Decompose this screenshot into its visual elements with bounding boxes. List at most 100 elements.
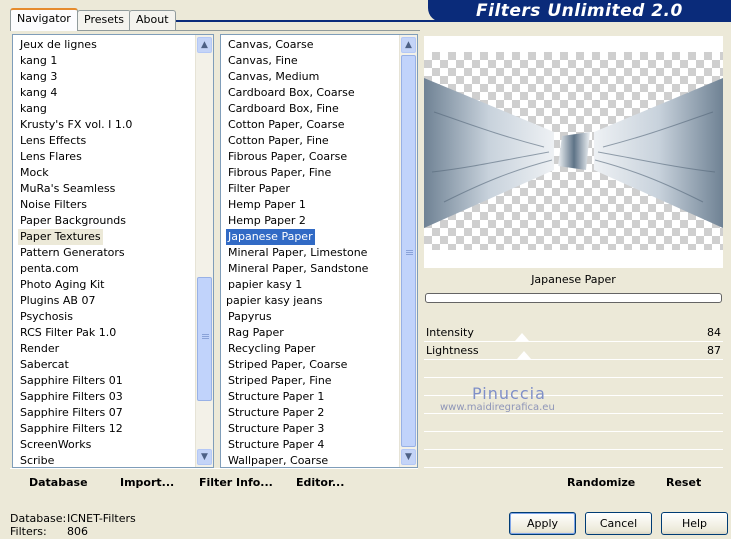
reset-button[interactable]: Reset (666, 476, 701, 489)
progress-bar (425, 293, 722, 303)
tab-navigator[interactable]: Navigator (10, 8, 78, 31)
filter-list-item[interactable]: Structure Paper 1 (226, 389, 326, 405)
category-list-item[interactable]: Psychosis (18, 309, 75, 325)
slider-marker-icon[interactable] (517, 351, 531, 359)
filter-list-item[interactable]: Striped Paper, Coarse (226, 357, 349, 373)
filter-list-item[interactable]: papier kasy 1 (226, 277, 304, 293)
watermark-url: www.maidiregrafica.eu (440, 402, 555, 413)
category-list-item[interactable]: Sapphire Filters 07 (18, 405, 125, 421)
filter-list-item[interactable]: Cardboard Box, Coarse (226, 85, 357, 101)
category-list-item[interactable]: Sapphire Filters 01 (18, 373, 125, 389)
category-list-item[interactable]: Krusty's FX vol. I 1.0 (18, 117, 134, 133)
filter-list[interactable]: Canvas, Coarse Canvas, Fine Canvas, Medium… (220, 34, 418, 468)
filter-list-item[interactable]: Japanese Paper (226, 229, 315, 245)
database-status-value: ICNET-Filters (67, 512, 136, 525)
param-label: Intensity (426, 326, 474, 339)
tab-about[interactable]: About (129, 10, 176, 30)
category-list-item[interactable]: MuRa's Seamless (18, 181, 117, 197)
filter-list-item[interactable]: Mineral Paper, Limestone (226, 245, 369, 261)
category-list-item[interactable]: Lens Flares (18, 149, 84, 165)
filter-list-item[interactable]: Cotton Paper, Coarse (226, 117, 347, 133)
category-list-item[interactable]: Noise Filters (18, 197, 89, 213)
category-list-item[interactable]: Pattern Generators (18, 245, 127, 261)
filter-info-button[interactable]: Filter Info... (199, 476, 273, 489)
param-row-empty (424, 414, 723, 432)
param-row-intensity[interactable]: Intensity 84 (424, 324, 723, 342)
filter-list-item[interactable]: Mineral Paper, Sandstone (226, 261, 370, 277)
filter-list-item[interactable]: papier kasy jeans (224, 293, 324, 309)
param-label: Lightness (426, 344, 479, 357)
category-list-item[interactable]: Sapphire Filters 03 (18, 389, 125, 405)
param-row-empty (424, 360, 723, 378)
category-list-item[interactable]: Render (18, 341, 61, 357)
filter-list-item[interactable]: Cotton Paper, Fine (226, 133, 331, 149)
filter-list-item[interactable]: Striped Paper, Fine (226, 373, 334, 389)
chevron-down-icon: ▼ (405, 452, 412, 462)
filter-scroll-up-button[interactable]: ▲ (401, 37, 416, 53)
import-button[interactable]: Import... (120, 476, 174, 489)
preview-canvas (424, 52, 723, 250)
randomize-button[interactable]: Randomize (567, 476, 635, 489)
filter-list-item[interactable]: Structure Paper 2 (226, 405, 326, 421)
app-title: Filters Unlimited 2.0 (476, 1, 683, 21)
category-list-item[interactable]: kang 4 (18, 85, 59, 101)
help-button[interactable]: Help (661, 512, 728, 535)
filter-list-item[interactable]: Structure Paper 3 (226, 421, 326, 437)
category-scrollbar[interactable]: ▲ ▼ (195, 35, 213, 467)
category-scroll-thumb[interactable] (197, 277, 212, 401)
toolbar-separator (10, 468, 418, 469)
filter-list-item[interactable]: Fibrous Paper, Fine (226, 165, 333, 181)
filter-list-item[interactable]: Rag Paper (226, 325, 286, 341)
chevron-up-icon: ▲ (201, 40, 208, 50)
filter-list-item[interactable]: Wallpaper, Coarse (226, 453, 330, 467)
tab-presets[interactable]: Presets (77, 10, 132, 30)
filter-list-item[interactable]: Fibrous Paper, Coarse (226, 149, 349, 165)
param-value: 84 (707, 326, 721, 339)
chevron-down-icon: ▼ (201, 452, 208, 462)
filter-list-item[interactable]: Recycling Paper (226, 341, 317, 357)
filter-list-item[interactable]: Canvas, Medium (226, 69, 321, 85)
param-value: 87 (707, 344, 721, 357)
filters-count-value: 806 (67, 525, 88, 538)
category-list-item[interactable]: Sabercat (18, 357, 71, 373)
filter-list-item[interactable]: Filter Paper (226, 181, 292, 197)
filters-count-label: Filters: (10, 525, 47, 538)
category-list-item[interactable]: Plugins AB 07 (18, 293, 97, 309)
category-list[interactable]: Jeux de lignes kang 1 kang 3 kang 4 kang Krus… (12, 34, 214, 468)
slider-marker-icon[interactable] (515, 333, 529, 341)
category-list-item[interactable]: Paper Backgrounds (18, 213, 128, 229)
category-scroll-down-button[interactable]: ▼ (197, 449, 212, 465)
filter-scrollbar[interactable]: ▲ ▼ (399, 35, 417, 467)
database-button[interactable]: Database (29, 476, 88, 489)
category-list-item[interactable]: Mock (18, 165, 51, 181)
category-list-item[interactable]: Scribe (18, 453, 56, 467)
param-row-empty (424, 450, 723, 468)
category-list-item[interactable]: ScreenWorks (18, 437, 93, 453)
param-row-lightness[interactable]: Lightness 87 (424, 342, 723, 360)
cancel-button[interactable]: Cancel (585, 512, 652, 535)
category-list-item[interactable]: RCS Filter Pak 1.0 (18, 325, 118, 341)
category-list-item[interactable]: Paper Textures (18, 229, 103, 245)
category-scroll-up-button[interactable]: ▲ (197, 37, 212, 53)
category-list-item[interactable]: kang 3 (18, 69, 59, 85)
apply-button[interactable]: Apply (509, 512, 576, 535)
filter-list-item[interactable]: Canvas, Coarse (226, 37, 316, 53)
category-list-item[interactable]: Photo Aging Kit (18, 277, 106, 293)
filter-scroll-down-button[interactable]: ▼ (401, 449, 416, 465)
filter-list-item[interactable]: Hemp Paper 2 (226, 213, 308, 229)
category-list-item[interactable]: Sapphire Filters 12 (18, 421, 125, 437)
filter-list-item[interactable]: Hemp Paper 1 (226, 197, 308, 213)
filter-scroll-thumb[interactable] (401, 55, 416, 447)
category-list-item[interactable]: Lens Effects (18, 133, 88, 149)
category-list-item[interactable]: kang 1 (18, 53, 59, 69)
database-status-label: Database: (10, 512, 67, 525)
category-list-item[interactable]: penta.com (18, 261, 81, 277)
filter-list-item[interactable]: Papyrus (226, 309, 274, 325)
category-list-item[interactable]: kang (18, 101, 49, 117)
editor-button[interactable]: Editor... (296, 476, 344, 489)
filter-list-item[interactable]: Canvas, Fine (226, 53, 300, 69)
preview-image (424, 78, 723, 228)
category-list-item[interactable]: Jeux de lignes (18, 37, 99, 53)
filter-list-item[interactable]: Structure Paper 4 (226, 437, 326, 453)
filter-list-item[interactable]: Cardboard Box, Fine (226, 101, 341, 117)
